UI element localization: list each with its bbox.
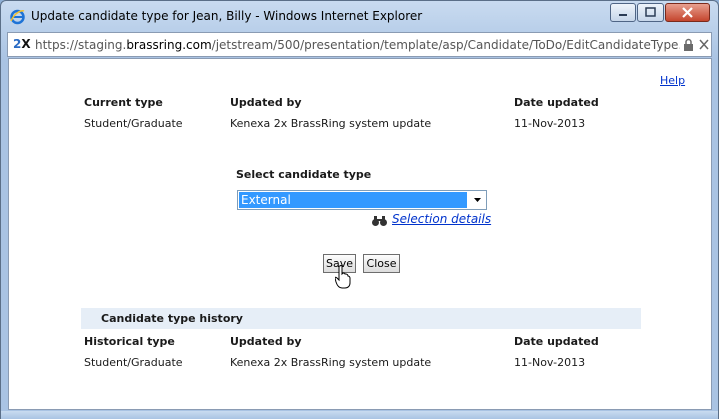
close-button[interactable]: Close: [363, 254, 400, 273]
updated-by-header: Updated by: [230, 96, 302, 109]
selection-details-link[interactable]: Selection details: [392, 212, 491, 226]
window-title: Update candidate type for Jean, Billy - …: [31, 9, 423, 23]
browser-window: Update candidate type for Jean, Billy - …: [0, 0, 719, 419]
close-icon: [682, 7, 693, 18]
hand-cursor-icon: [335, 265, 351, 289]
close-window-button[interactable]: [665, 3, 710, 22]
window-bottom-frame: [1, 411, 718, 419]
lock-icon: [684, 38, 693, 51]
maximize-icon: [645, 7, 656, 17]
site-logo: 2X: [13, 37, 31, 51]
current-type-value: Student/Graduate: [84, 117, 183, 130]
maximize-button[interactable]: [637, 3, 664, 22]
select-candidate-type-label: Select candidate type: [236, 168, 372, 181]
history-updated-by-header: Updated by: [230, 335, 302, 348]
history-date-updated-header: Date updated: [514, 335, 599, 348]
minimize-icon: [619, 14, 627, 16]
history-title: Candidate type history: [101, 312, 243, 325]
history-section-header: Candidate type history: [81, 308, 641, 329]
history-date-updated-value: 11-Nov-2013: [514, 356, 586, 369]
historical-type-value: Student/Graduate: [84, 356, 183, 369]
address-bar[interactable]: 2X https://staging.brassring.com/jetstre…: [7, 32, 712, 57]
current-type-header: Current type: [84, 96, 163, 109]
date-updated-value: 11-Nov-2013: [514, 117, 586, 130]
selected-value: External: [239, 192, 467, 208]
history-updated-by-value: Kenexa 2x BrassRing system update: [230, 356, 432, 369]
dropdown-arrow-icon[interactable]: [470, 192, 485, 208]
title-bar: Update candidate type for Jean, Billy - …: [1, 1, 718, 31]
minimize-button[interactable]: [610, 3, 636, 22]
dialog-content: Help Current type Updated by Date update…: [8, 58, 712, 410]
updated-by-value: Kenexa 2x BrassRing system update: [230, 117, 432, 130]
candidate-type-select[interactable]: External: [237, 190, 487, 210]
binoculars-icon: [372, 216, 387, 226]
historical-type-header: Historical type: [84, 335, 175, 348]
close-icon[interactable]: [698, 38, 710, 51]
help-link[interactable]: Help: [660, 74, 685, 87]
date-updated-header: Date updated: [514, 96, 599, 109]
ie-icon: [10, 9, 25, 25]
url-text[interactable]: https://staging.brassring.com/jetstream/…: [35, 38, 680, 52]
